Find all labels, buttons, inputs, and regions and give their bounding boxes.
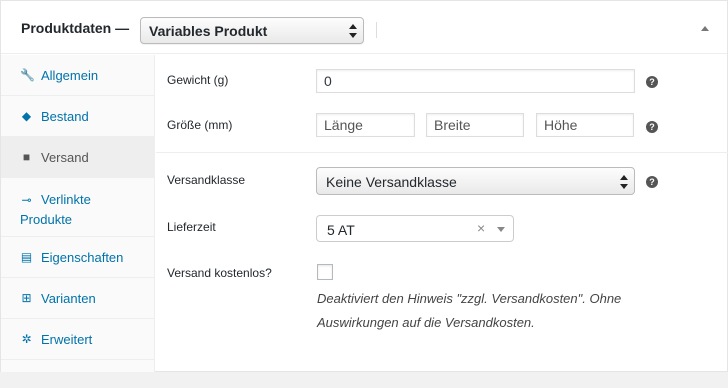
shipping-class-label: Versandklasse — [167, 173, 246, 187]
delivery-time-value: 5 AT — [327, 222, 355, 238]
tab-bestand[interactable]: ◆ Bestand — [1, 96, 154, 137]
tab-label: Varianten — [41, 291, 96, 306]
tab-label: Eigenschaften — [41, 250, 124, 265]
tab-eigenschaften[interactable]: ▤ Eigenschaften — [1, 237, 154, 278]
tab-varianten[interactable]: ⊞ Varianten — [1, 278, 154, 319]
section-divider — [156, 152, 728, 153]
tab-label: Verlinkte Produkte — [20, 192, 91, 227]
panel-header: Produktdaten — Variables Produkt — [1, 1, 727, 54]
clear-icon[interactable]: × — [477, 220, 485, 236]
delivery-time-label: Lieferzeit — [167, 220, 216, 234]
shipping-class-select[interactable]: Keine Versandklasse — [316, 167, 635, 195]
size-label: Größe (mm) — [167, 118, 233, 132]
collapse-toggle-icon[interactable] — [701, 26, 709, 31]
help-icon[interactable]: ? — [646, 121, 658, 133]
length-input[interactable] — [316, 113, 415, 137]
wrench-icon: 🔧 — [20, 68, 35, 82]
panel-title: Produktdaten — — [21, 20, 130, 36]
weight-input[interactable] — [316, 69, 635, 93]
tab-label: Allgemein — [41, 68, 99, 83]
tab-allgemein[interactable]: 🔧 Allgemein — [1, 55, 154, 96]
tab-versand[interactable]: ■ Versand — [1, 137, 154, 178]
grid-icon: ⊞ — [21, 291, 32, 305]
delivery-time-select[interactable]: 5 AT × — [316, 215, 514, 242]
tab-verlinkte-produkte[interactable]: ⊸ Verlinkte Produkte — [1, 178, 154, 237]
tab-label: Erweitert — [41, 332, 93, 347]
weight-label: Gewicht (g) — [167, 73, 229, 87]
select-arrows-icon — [620, 175, 628, 189]
free-shipping-label: Versand kostenlos? — [167, 266, 272, 280]
chevron-down-icon[interactable] — [497, 227, 505, 232]
truck-icon: ■ — [22, 150, 31, 164]
width-input[interactable] — [426, 113, 524, 137]
tag-icon: ◆ — [21, 109, 32, 123]
select-arrows-icon — [349, 24, 357, 38]
product-type-value: Variables Produkt — [149, 23, 268, 39]
help-icon[interactable]: ? — [646, 76, 658, 88]
tab-label: Versand — [41, 150, 89, 165]
product-data-panel: Produktdaten — Variables Produkt 🔧 Allge… — [0, 0, 728, 372]
free-shipping-description: Deaktiviert den Hinweis "zzgl. Versandko… — [317, 291, 622, 330]
gear-icon: ✲ — [21, 332, 32, 346]
free-shipping-checkbox[interactable] — [317, 264, 333, 280]
product-data-tabs: 🔧 Allgemein ◆ Bestand ■ Versand ⊸ Verlin… — [1, 55, 155, 372]
tab-label: Bestand — [41, 109, 89, 124]
height-input[interactable] — [536, 113, 634, 137]
shipping-class-value: Keine Versandklasse — [326, 174, 457, 190]
tab-erweitert[interactable]: ✲ Erweitert — [1, 319, 154, 360]
list-icon: ▤ — [20, 250, 33, 264]
product-type-select[interactable]: Variables Produkt — [140, 17, 364, 44]
header-separator — [376, 22, 377, 38]
help-icon[interactable]: ? — [646, 176, 658, 188]
